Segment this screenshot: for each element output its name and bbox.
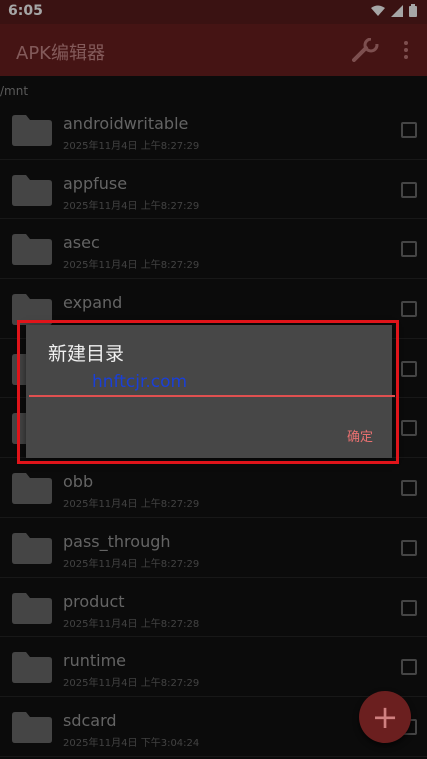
highlight-frame <box>17 320 399 464</box>
plus-icon: + <box>371 698 399 736</box>
add-button[interactable]: + <box>359 691 411 743</box>
